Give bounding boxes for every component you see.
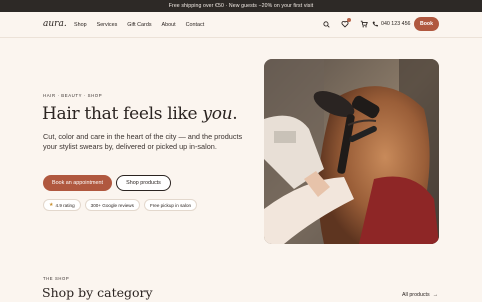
announcement-text: Free shipping over €50 · New guests −20%… (168, 3, 314, 9)
arrow-right-icon: → (432, 292, 438, 298)
headline-emphasis: you (202, 104, 233, 124)
nav-icons (321, 18, 369, 29)
headline-suffix: . (232, 104, 238, 124)
all-products-label: All products (402, 292, 430, 298)
trust-chips: ★ 4.9 rating 300+ Google reviews Free pi… (43, 199, 198, 211)
nav-links: Shop Services Gift Cards About Contact (74, 12, 204, 38)
hero-description: Cut, color and care in the heart of the … (43, 132, 243, 152)
reviews-text: 300+ Google reviews (90, 202, 134, 208)
shop-products-button[interactable]: Shop products (116, 175, 171, 191)
pickup-chip: Free pickup in salon (143, 199, 198, 211)
nav-link-services[interactable]: Services (97, 22, 118, 28)
rating-text: 4.9 rating (55, 202, 75, 208)
nav-link-about[interactable]: About (162, 22, 176, 28)
rating-chip: ★ 4.9 rating (43, 199, 81, 211)
hero-headline: Hair that feels like you. (42, 104, 238, 124)
heart-icon[interactable] (340, 18, 351, 29)
hero-eyebrow: HAIR · BEAUTY · SHOP (43, 93, 103, 98)
book-button[interactable]: Book (414, 17, 439, 31)
star-icon: ★ (49, 202, 54, 208)
pickup-text: Free pickup in salon (149, 202, 192, 208)
announcement-bar: Free shipping over €50 · New guests −20%… (0, 0, 482, 12)
wishlist-badge (347, 18, 351, 22)
headline-prefix: Hair that feels like (42, 104, 203, 124)
shop-eyebrow: THE SHOP (43, 276, 70, 281)
brand-logo[interactable]: aura. (43, 19, 67, 29)
shop-section-title: Shop by category (42, 285, 153, 300)
phone-icon (372, 21, 378, 27)
phone-number[interactable]: 040 123 456 (372, 21, 410, 27)
nav-link-shop[interactable]: Shop (74, 22, 87, 28)
all-products-link[interactable]: All products → (402, 292, 438, 298)
reviews-chip: 300+ Google reviews (84, 199, 140, 211)
hero-image (264, 59, 439, 244)
phone-text: 040 123 456 (381, 21, 411, 27)
top-nav: aura. Shop Services Gift Cards About Con… (0, 12, 482, 38)
book-appointment-button[interactable]: Book an appointment (43, 175, 112, 191)
search-icon[interactable] (321, 19, 331, 29)
nav-link-gift-cards[interactable]: Gift Cards (127, 22, 151, 28)
nav-link-contact[interactable]: Contact (186, 22, 205, 28)
cart-icon[interactable] (359, 19, 369, 29)
